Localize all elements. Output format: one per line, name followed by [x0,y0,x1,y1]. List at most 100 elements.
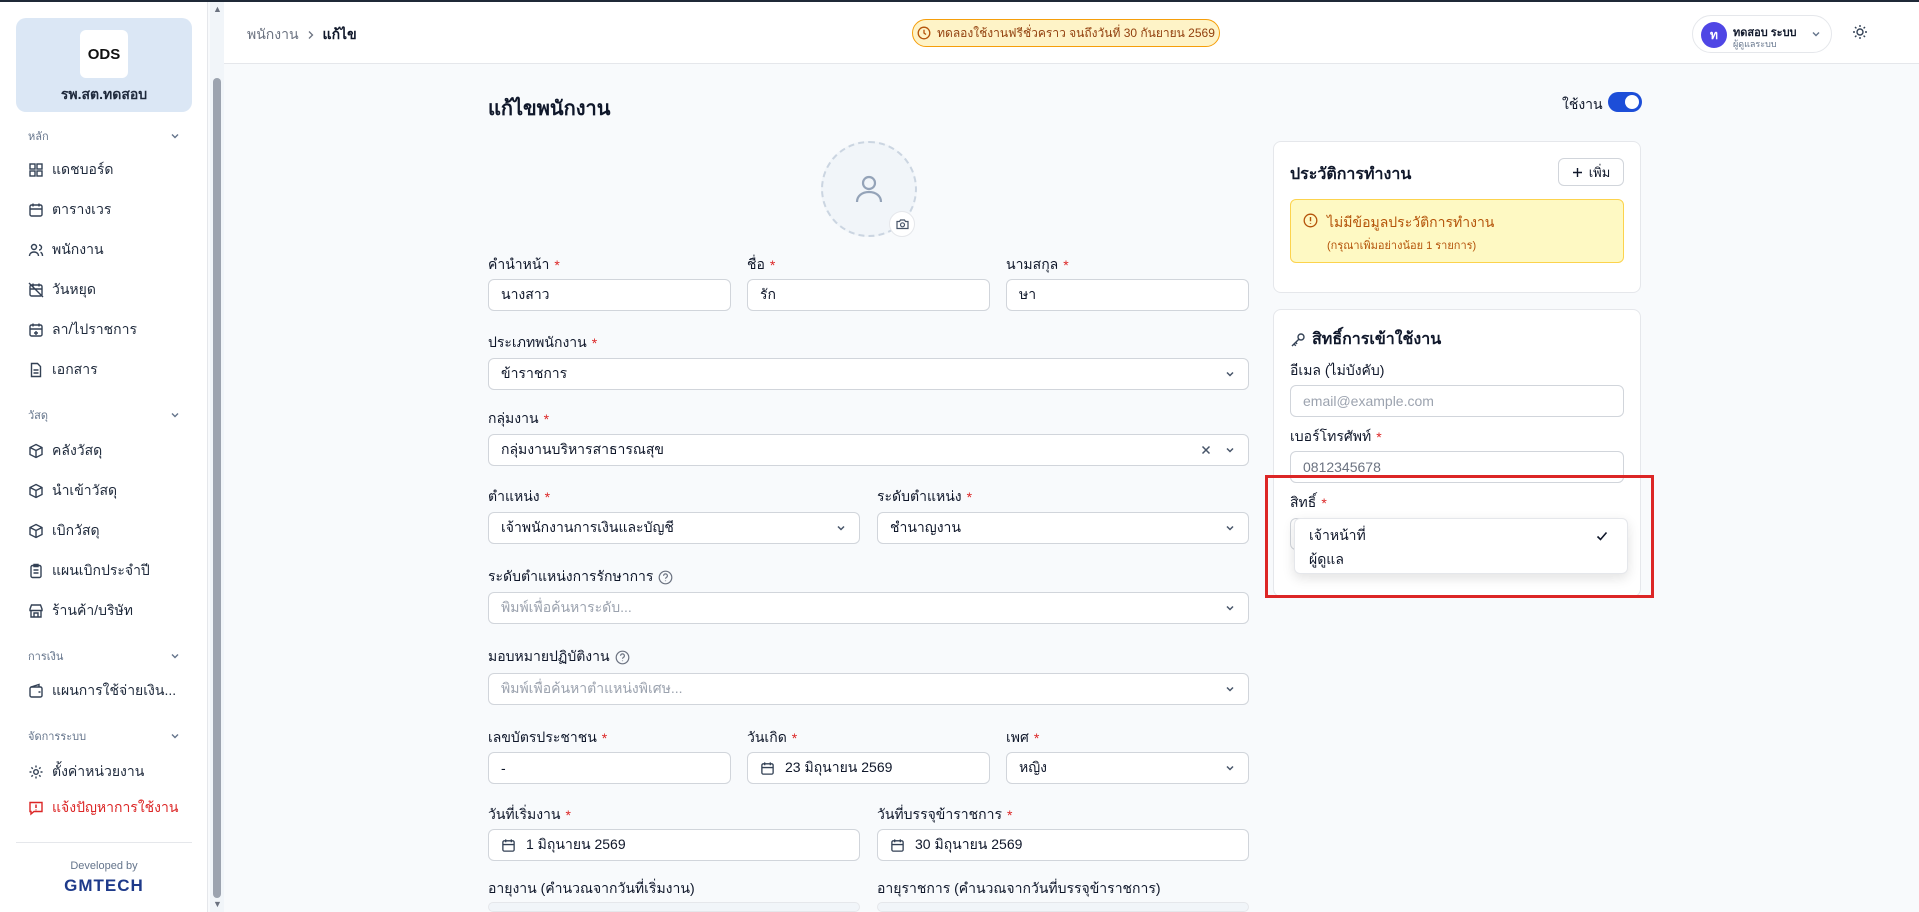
first-name-label: ชื่อ * [747,256,776,273]
birth-date-label: วันเกิด * [747,729,798,746]
nav-label: แดชบอร์ด [52,161,114,177]
nav-documents[interactable]: เอกสาร [28,359,188,381]
scroll-thumb[interactable] [213,78,221,898]
section-main[interactable]: หลัก [28,128,180,144]
chevron-down-icon [171,734,179,739]
appointment-date-picker[interactable]: 30 มิถุนายน 2569 [877,829,1249,861]
breadcrumb-employees[interactable]: พนักงาน [247,24,299,46]
camera-icon[interactable] [889,211,915,237]
first-name-field[interactable]: รัก [747,279,990,311]
trial-badge: ทดลองใช้งานฟรีชั่วคราว จนถึงวันที่ 30 กั… [912,19,1220,47]
assignment-label: มอบหมายปฏิบัติงาน [488,646,630,668]
last-name-field[interactable]: ษา [1006,279,1249,311]
logo-text: ODS [88,46,121,63]
employee-type-select[interactable]: ข้าราชการ [488,358,1249,390]
nav-label: ตารางเวร [52,201,112,217]
breadcrumb-current: แก้ไข [322,26,357,42]
nav-label: ร้านค้า/บริษัท [52,602,133,618]
position-label: ตำแหน่ง * [488,488,551,505]
nav-inventory[interactable]: คลังวัสดุ [28,440,188,462]
alert-message-icon [29,801,43,816]
help-icon[interactable] [658,570,673,585]
email-input[interactable]: email@example.com [1290,385,1624,417]
position-select[interactable]: เจ้าพนักงานการเงินและบัญชี [488,512,860,544]
gender-select[interactable]: หญิง [1006,752,1249,784]
nav-vendors[interactable]: ร้านค้า/บริษัท [28,600,188,622]
nav-import[interactable]: นำเข้าวัสดุ [28,480,188,502]
nav-label: แผนการใช้จ่ายเงิน... [52,682,177,698]
phone-label: เบอร์โทรศัพท์ * [1290,428,1382,445]
gear-icon [29,765,43,779]
position-level-label: ระดับตำแหน่ง * [877,488,973,505]
section-finance-title: การเงิน [28,651,64,663]
nav-label: เบิกวัสดุ [52,522,100,538]
prefix-field[interactable]: นางสาว [488,279,731,311]
help-icon[interactable] [615,650,630,665]
work-group-label: กลุ่มงาน * [488,410,550,427]
position-level-select[interactable]: ชำนาญงาน [877,512,1249,544]
nav-withdraw[interactable]: เบิกวัสดุ [28,520,188,542]
add-work-history-button[interactable]: เพิ่ม [1558,158,1624,186]
top-header: พนักงาน แก้ไข ทดลองใช้งานฟรีชั่วคราว จนถ… [224,2,1919,64]
acting-level-select[interactable]: พิมพ์เพื่อค้นหาระดับ... [488,592,1249,624]
user-role: ผู้ดูแลระบบ [1733,39,1777,49]
calendar-icon [29,203,43,217]
birth-date-picker[interactable]: 23 มิถุนายน 2569 [747,752,990,784]
user-icon [855,175,883,203]
scroll-down-icon[interactable]: ▼ [213,899,222,909]
clear-icon[interactable] [1200,444,1212,456]
section-finance[interactable]: การเงิน [28,648,180,664]
nav-holidays[interactable]: วันหยุด [28,279,188,301]
toggle-knob [1625,95,1639,109]
active-label: ใช้งาน [1562,96,1603,112]
nav-spending-plan[interactable]: แผนการใช้จ่ายเงิน... [28,680,188,702]
email-label: อีเมล (ไม่บังคับ) [1290,362,1385,378]
trial-text: ทดลองใช้งานฟรีชั่วคราว จนถึงวันที่ 30 กั… [937,25,1215,40]
last-name-label: นามสกุล * [1006,256,1069,273]
active-toggle[interactable] [1608,92,1642,112]
nav-label: ลา/ไปราชการ [52,321,137,337]
package-icon [29,483,43,499]
page-title: แก้ไขพนักงาน [488,98,611,120]
package-icon [29,523,43,539]
section-supplies[interactable]: วัสดุ [28,407,180,423]
section-main-title: หลัก [28,131,49,143]
nav-label: ตั้งค่าหน่วยงาน [52,763,145,779]
key-icon [1291,332,1305,346]
top-border [0,0,1919,2]
file-icon [30,362,42,378]
nav-annual-plan[interactable]: แผนเบิกประจำปี [28,560,188,582]
sidebar-scrollbar[interactable]: ▲ ▼ [210,0,224,912]
alert-circle-icon [1303,213,1318,228]
work-group-select[interactable]: กลุ่มงานบริหารสาธารณสุข [488,434,1249,466]
chevron-down-icon [1226,525,1234,531]
sun-icon[interactable] [1852,24,1868,40]
org-card[interactable]: ODS รพ.สต.ทดสอบ [16,18,192,112]
access-title: สิทธิ์การเข้าใช้งาน [1290,327,1441,352]
nav-settings[interactable]: ตั้งค่าหน่วยงาน [28,761,188,783]
nav-dashboard[interactable]: แดชบอร์ด [28,159,188,181]
scroll-up-icon[interactable]: ▲ [213,4,222,14]
section-supplies-title: วัสดุ [28,410,49,422]
nav-leave[interactable]: ลา/ไปราชการ [28,319,188,341]
nav-employees[interactable]: พนักงาน [28,239,188,261]
assignment-select[interactable]: พิมพ์เพื่อค้นหาตำแหน่งพิเศษ... [488,673,1249,705]
nav-schedule[interactable]: ตารางเวร [28,199,188,221]
clock-icon [917,26,931,40]
prefix-label: คำนำหน้า * [488,256,560,273]
package-icon [29,443,43,459]
id-card-field[interactable]: - [488,752,731,784]
chevron-down-icon [171,413,179,418]
chevron-down-icon [1226,371,1234,377]
user-menu[interactable]: ท ทดสอบ ระบบ ผู้ดูแลระบบ [1692,15,1832,53]
work-age-label: อายุงาน (คำนวณจากวันที่เริ่มงาน) [488,880,695,896]
chevron-down-icon [837,525,845,531]
chevron-down-icon [1812,32,1820,37]
start-date-picker[interactable]: 1 มิถุนายน 2569 [488,829,860,861]
chevron-down-icon [1226,765,1234,771]
calendar-icon [891,838,904,852]
sidebar-divider [16,842,192,843]
nav-report-issue[interactable]: แจ้งปัญหาการใช้งาน [28,797,188,819]
developed-by: Developed by [70,860,138,872]
section-admin[interactable]: จัดการระบบ [28,728,180,744]
